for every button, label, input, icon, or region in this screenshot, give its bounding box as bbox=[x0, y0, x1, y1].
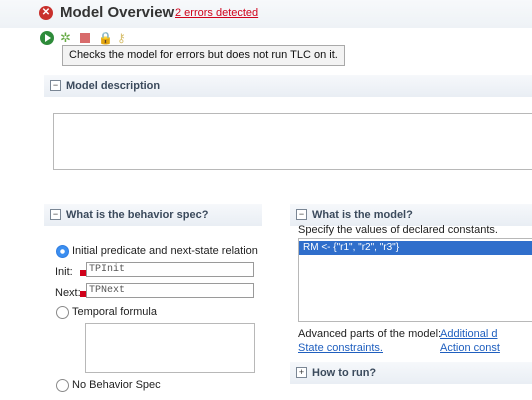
state-constraints-link[interactable]: State constraints. bbox=[298, 342, 383, 354]
key-icon[interactable]: ⚷ bbox=[117, 31, 131, 45]
error-icon: ✕ bbox=[39, 6, 53, 20]
collapse-icon[interactable]: − bbox=[296, 209, 307, 220]
model-description-textarea[interactable] bbox=[53, 113, 532, 170]
radio-temporal-formula[interactable] bbox=[56, 306, 69, 319]
section-title: What is the behavior spec? bbox=[66, 209, 209, 221]
list-item[interactable]: RM <- {"r1", "r2", "r3"} bbox=[299, 241, 532, 255]
lock-icon[interactable]: 🔒 bbox=[98, 31, 113, 45]
radio-init-next[interactable] bbox=[56, 245, 69, 258]
additional-definitions-link[interactable]: Additional d bbox=[440, 328, 532, 340]
expand-icon[interactable]: + bbox=[296, 367, 307, 378]
check-icon[interactable]: ✲ bbox=[60, 31, 74, 45]
model-description-section-header[interactable]: − Model description bbox=[44, 75, 532, 97]
action-constraints-link[interactable]: Action const bbox=[440, 342, 532, 354]
advanced-label: Advanced parts of the model: bbox=[298, 328, 442, 340]
temporal-formula-textarea[interactable] bbox=[85, 323, 255, 373]
section-title: What is the model? bbox=[312, 209, 413, 221]
section-title: How to run? bbox=[312, 367, 377, 379]
errors-detected-link[interactable]: 2 errors detected bbox=[175, 7, 258, 19]
collapse-icon[interactable]: − bbox=[50, 80, 61, 91]
next-input[interactable]: TPNext bbox=[86, 283, 254, 298]
radio-no-behavior-label[interactable]: No Behavior Spec bbox=[72, 379, 161, 391]
tooltip: Checks the model for errors but does not… bbox=[62, 45, 345, 66]
radio-no-behavior-spec[interactable] bbox=[56, 379, 69, 392]
init-label: Init: bbox=[55, 266, 73, 278]
model-section-header[interactable]: − What is the model? bbox=[290, 204, 532, 226]
stop-icon[interactable] bbox=[80, 33, 90, 43]
constants-instructions: Specify the values of declared constants… bbox=[298, 224, 498, 236]
section-title: Model description bbox=[66, 80, 161, 92]
constants-list[interactable]: RM <- {"r1", "r2", "r3"} bbox=[298, 238, 532, 322]
page-title: Model Overview bbox=[60, 4, 175, 21]
radio-init-next-label[interactable]: Initial predicate and next-state relatio… bbox=[72, 245, 258, 257]
how-to-run-section-header[interactable]: + How to run? bbox=[290, 362, 532, 384]
behavior-spec-section-header[interactable]: − What is the behavior spec? bbox=[44, 204, 262, 226]
init-input[interactable]: TPInit bbox=[86, 262, 254, 277]
radio-temporal-label[interactable]: Temporal formula bbox=[72, 306, 157, 318]
collapse-icon[interactable]: − bbox=[50, 209, 61, 220]
run-icon[interactable] bbox=[40, 31, 54, 45]
next-label: Next: bbox=[55, 287, 81, 299]
